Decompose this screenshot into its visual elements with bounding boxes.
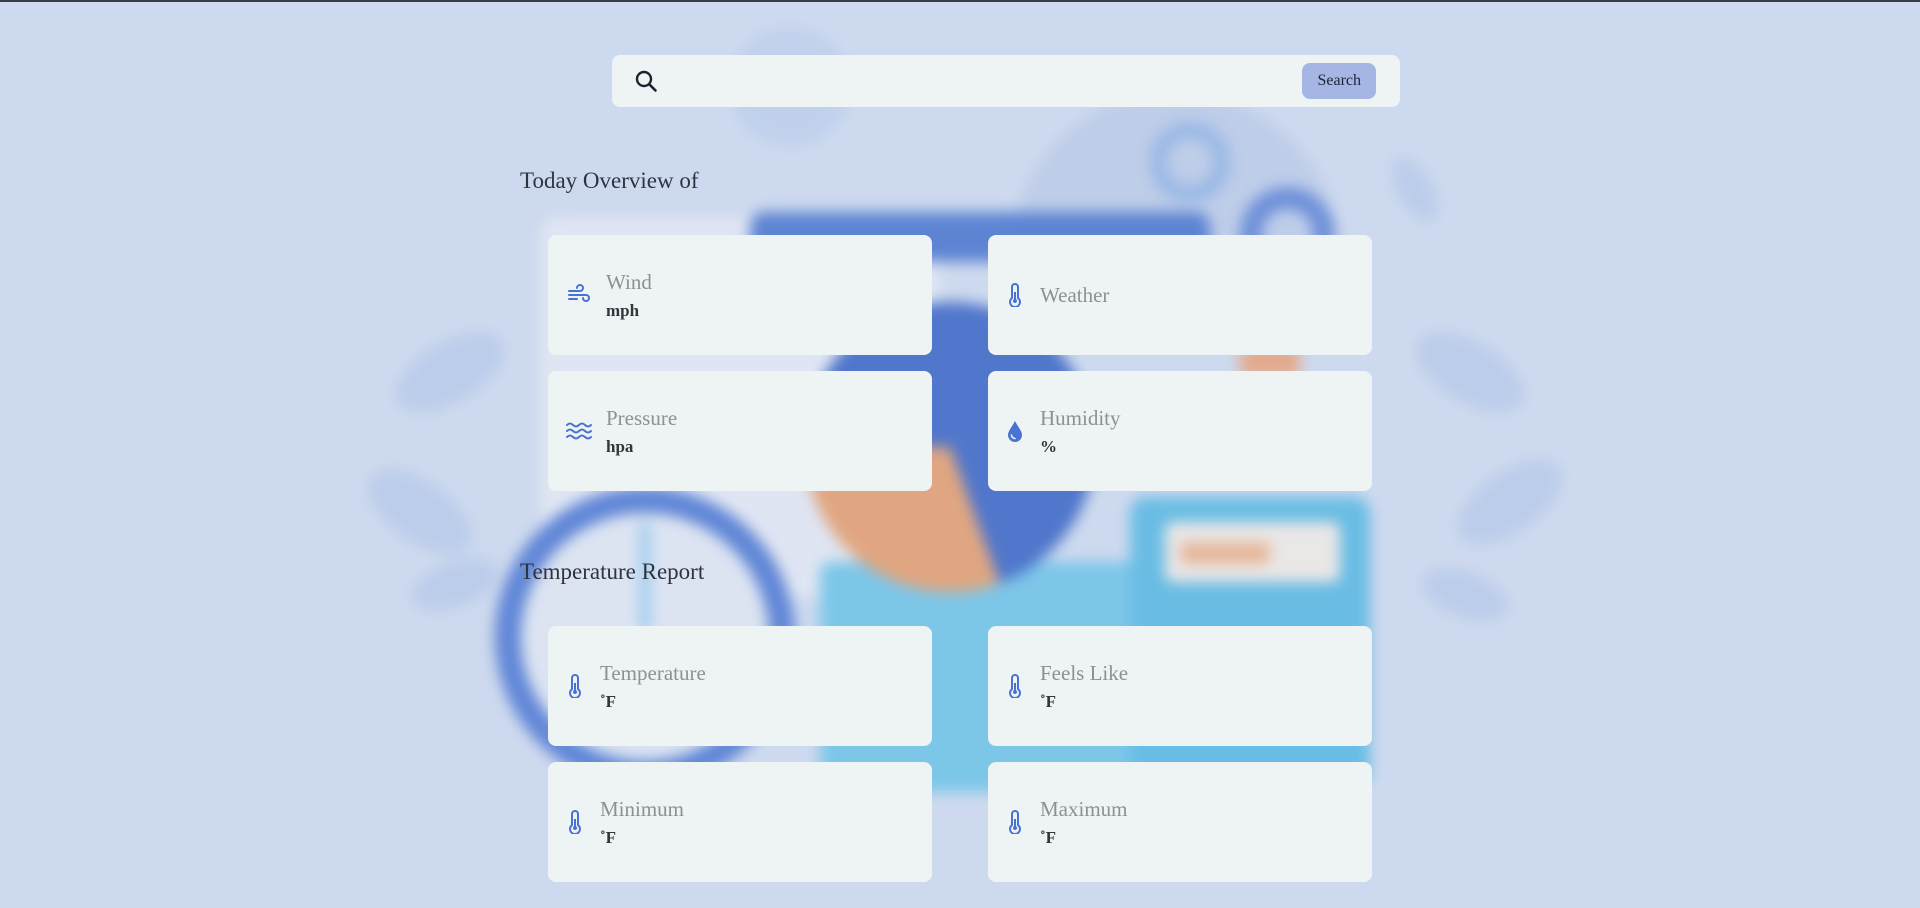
- temperature-value: ˚F: [600, 692, 617, 711]
- maximum-label: Maximum: [1040, 797, 1128, 821]
- thermometer-icon: [1006, 282, 1024, 308]
- temperature-card: Temperature ˚F: [548, 626, 932, 746]
- wind-icon: [566, 282, 592, 308]
- feels-like-value: ˚F: [1040, 692, 1057, 711]
- temperature-label: Temperature: [600, 661, 706, 685]
- feels-like-label: Feels Like: [1040, 661, 1129, 685]
- humidity-value: %: [1040, 437, 1057, 456]
- search-bar: Search: [612, 55, 1400, 107]
- search-input[interactable]: [672, 63, 1306, 101]
- minimum-card: Minimum ˚F: [548, 762, 932, 882]
- droplet-icon: [1006, 418, 1024, 444]
- waves-icon: [566, 418, 592, 444]
- minimum-value: ˚F: [600, 828, 617, 847]
- overview-title: Today Overview of: [520, 168, 699, 193]
- pressure-value: hpa: [606, 437, 634, 456]
- wind-label: Wind: [606, 270, 652, 294]
- maximum-value: ˚F: [1040, 828, 1057, 847]
- humidity-label: Humidity: [1040, 406, 1121, 430]
- pressure-card: Pressure hpa: [548, 371, 932, 491]
- feels-like-card: Feels Like ˚F: [988, 626, 1372, 746]
- background-illustration: [0, 2, 1920, 908]
- maximum-card: Maximum ˚F: [988, 762, 1372, 882]
- search-icon: [634, 69, 658, 93]
- thermometer-icon: [566, 673, 584, 699]
- minimum-label: Minimum: [600, 797, 685, 821]
- wind-card: Wind mph: [548, 235, 932, 355]
- weather-card: Weather: [988, 235, 1372, 355]
- search-button[interactable]: Search: [1302, 63, 1376, 99]
- thermometer-icon: [1006, 673, 1024, 699]
- humidity-card: Humidity %: [988, 371, 1372, 491]
- temperature-report-title: Temperature Report: [520, 559, 705, 584]
- pressure-label: Pressure: [606, 406, 678, 430]
- thermometer-icon: [1006, 809, 1024, 835]
- thermometer-icon: [566, 809, 584, 835]
- weather-label: Weather: [1040, 283, 1110, 307]
- wind-value: mph: [606, 301, 640, 320]
